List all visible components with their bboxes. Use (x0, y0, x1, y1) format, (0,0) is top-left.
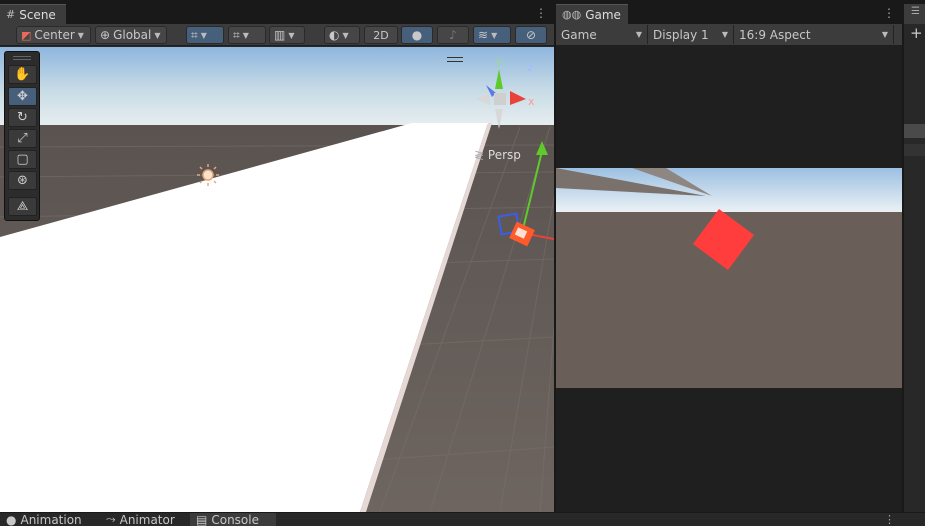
chevron-down-icon: ▼ (154, 30, 161, 40)
chevron-down-icon: ▼ (288, 30, 295, 40)
custom-tool-icon: ⟁ (16, 199, 29, 214)
more-menu-icon[interactable]: ⋮ (883, 6, 895, 20)
rotate-icon: ↻ (17, 110, 28, 125)
hierarchy-row[interactable] (904, 144, 925, 156)
chevron-down-icon: ▼ (635, 30, 642, 39)
tab-console-label: Console (211, 513, 259, 526)
increment-snap-icon: ⌗ (233, 27, 240, 42)
sun-icon[interactable] (196, 163, 220, 187)
rect-icon: ▢ (16, 152, 29, 167)
game-render (556, 168, 902, 388)
overlay-menu-handle[interactable] (447, 57, 463, 62)
shading-icon: ◐ (329, 28, 340, 42)
increment-snap-button[interactable]: ⌗ ▼ (228, 26, 266, 44)
console-icon: ▤ (196, 513, 208, 526)
tab-animation-label: Animation (20, 513, 82, 526)
tab-animator-label: Animator (119, 513, 175, 526)
gamepad-icon: ◍◍ (562, 8, 582, 21)
audio-toggle-button[interactable]: ♪ (437, 26, 469, 44)
game-toolbar: Game ▼ Display 1 ▼ 16:9 Aspect ▼ (556, 24, 902, 46)
game-tabbar: ◍◍ Game ⋮ (556, 4, 902, 24)
game-view-dropdown[interactable]: Game ▼ (556, 25, 648, 44)
chevron-down-icon: ▼ (881, 30, 888, 39)
tab-animator[interactable]: ⤳ Animator (100, 513, 181, 526)
effects-button[interactable]: ≋ ▼ (473, 26, 511, 44)
2d-toggle-button[interactable]: 2D (364, 26, 398, 44)
transform-tool-button[interactable]: ⊛ (8, 171, 37, 190)
gizmo-y-label: y (496, 55, 503, 68)
persp-label: Persp (487, 148, 521, 162)
hierarchy-panel: ☰ + (904, 4, 925, 512)
hierarchy-tab[interactable]: ☰ (904, 4, 925, 24)
tab-console[interactable]: ▤ Console (190, 513, 276, 526)
pivot-icon: ◩ (21, 28, 32, 42)
game-view-label: Game (561, 27, 597, 42)
scale-icon: ⤢ (17, 131, 28, 146)
game-panel: ◍◍ Game ⋮ Game ▼ Display 1 ▼ 16:9 Aspect… (556, 4, 902, 512)
display-dropdown[interactable]: Display 1 ▼ (648, 25, 734, 44)
projection-toggle[interactable]: ≷ Persp (474, 148, 521, 162)
gizmo-x-label: x (528, 95, 535, 108)
hand-icon: ✋ (14, 67, 31, 82)
chevron-down-icon: ▼ (491, 30, 498, 40)
layers-icon: ≋ (478, 28, 489, 42)
tab-game[interactable]: ◍◍ Game (556, 4, 628, 24)
add-icon[interactable]: + (910, 24, 923, 42)
move-icon: ✥ (17, 89, 28, 104)
chevron-down-icon: ▼ (721, 30, 728, 39)
scene-viewport[interactable]: y x z ≷ Persp ✋ ✥ ↻ ⤢ ▢ ⊛ ⟁ (0, 47, 554, 512)
chevron-down-icon: ▼ (242, 30, 249, 40)
chevron-down-icon: ▼ (77, 30, 84, 40)
lightbulb-icon: ● (411, 28, 423, 42)
grid-icon: # (6, 8, 16, 21)
aspect-label: 16:9 Aspect (739, 27, 811, 42)
scene-toolbar: ◩ Center ▼ ⊕ Global ▼ ⌗ ▼ ⌗ ▼ ▥ ▼ ◐ ▼ 2D (0, 24, 554, 46)
animation-icon: ● (6, 513, 17, 526)
bottom-tabbar: ● Animation ⤳ Animator ▤ Console ⋮ (0, 513, 925, 526)
move-tool-button[interactable]: ✥ (8, 87, 37, 106)
tools-overlay: ✋ ✥ ↻ ⤢ ▢ ⊛ ⟁ (4, 51, 40, 221)
audio-icon: ♪ (449, 28, 457, 42)
space-dropdown[interactable]: ⊕ Global ▼ (95, 26, 167, 44)
gizmo-z-label: z (527, 61, 533, 74)
display-label: Display 1 (653, 27, 709, 42)
pivot-label: Center (34, 28, 75, 42)
animator-icon: ⤳ (106, 513, 116, 526)
space-label: Global (113, 28, 152, 42)
persp-icon: ≷ (474, 148, 485, 162)
globe-icon: ⊕ (100, 28, 111, 42)
custom-tool-button[interactable]: ⟁ (8, 197, 37, 216)
tab-animation[interactable]: ● Animation (0, 513, 88, 526)
draw-mode-button[interactable]: ◐ ▼ (324, 26, 360, 44)
grid-snap-icon: ⌗ (191, 27, 198, 42)
hidden-objects-button[interactable]: ⊘ (515, 26, 547, 44)
scale-tool-button[interactable]: ⤢ (8, 129, 37, 148)
tools-drag-handle[interactable] (13, 56, 31, 60)
more-menu-icon[interactable]: ⋮ (884, 513, 895, 526)
rect-tool-button[interactable]: ▢ (8, 150, 37, 169)
hand-tool-button[interactable]: ✋ (8, 65, 37, 84)
grid-snap-button[interactable]: ⌗ ▼ (186, 26, 224, 44)
lighting-toggle-button[interactable]: ● (401, 26, 433, 44)
list-icon: ☰ (911, 6, 920, 17)
tab-scene-label: Scene (19, 7, 56, 22)
tab-scene[interactable]: # Scene (0, 4, 66, 24)
chevron-down-icon: ▼ (342, 30, 349, 40)
grid-visibility-button[interactable]: ▥ ▼ (269, 26, 305, 44)
hierarchy-row[interactable] (904, 124, 925, 138)
chevron-down-icon: ▼ (200, 30, 207, 40)
rotate-tool-button[interactable]: ↻ (8, 108, 37, 127)
tab-game-label: Game (585, 7, 621, 22)
orientation-gizmo[interactable]: y x z (470, 55, 540, 135)
grid-lines-icon: ▥ (274, 28, 286, 42)
more-menu-icon[interactable]: ⋮ (535, 6, 547, 20)
transform-icon: ⊛ (17, 173, 28, 188)
pivot-dropdown[interactable]: ◩ Center ▼ (16, 26, 91, 44)
scene-tabbar: # Scene ⋮ (0, 4, 554, 24)
scene-panel: # Scene ⋮ ◩ Center ▼ ⊕ Global ▼ ⌗ ▼ ⌗ ▼ … (0, 4, 554, 512)
game-viewport[interactable] (556, 168, 902, 388)
eye-off-icon: ⊘ (525, 28, 537, 42)
aspect-dropdown[interactable]: 16:9 Aspect ▼ (734, 25, 894, 44)
2d-label: 2D (373, 28, 389, 42)
